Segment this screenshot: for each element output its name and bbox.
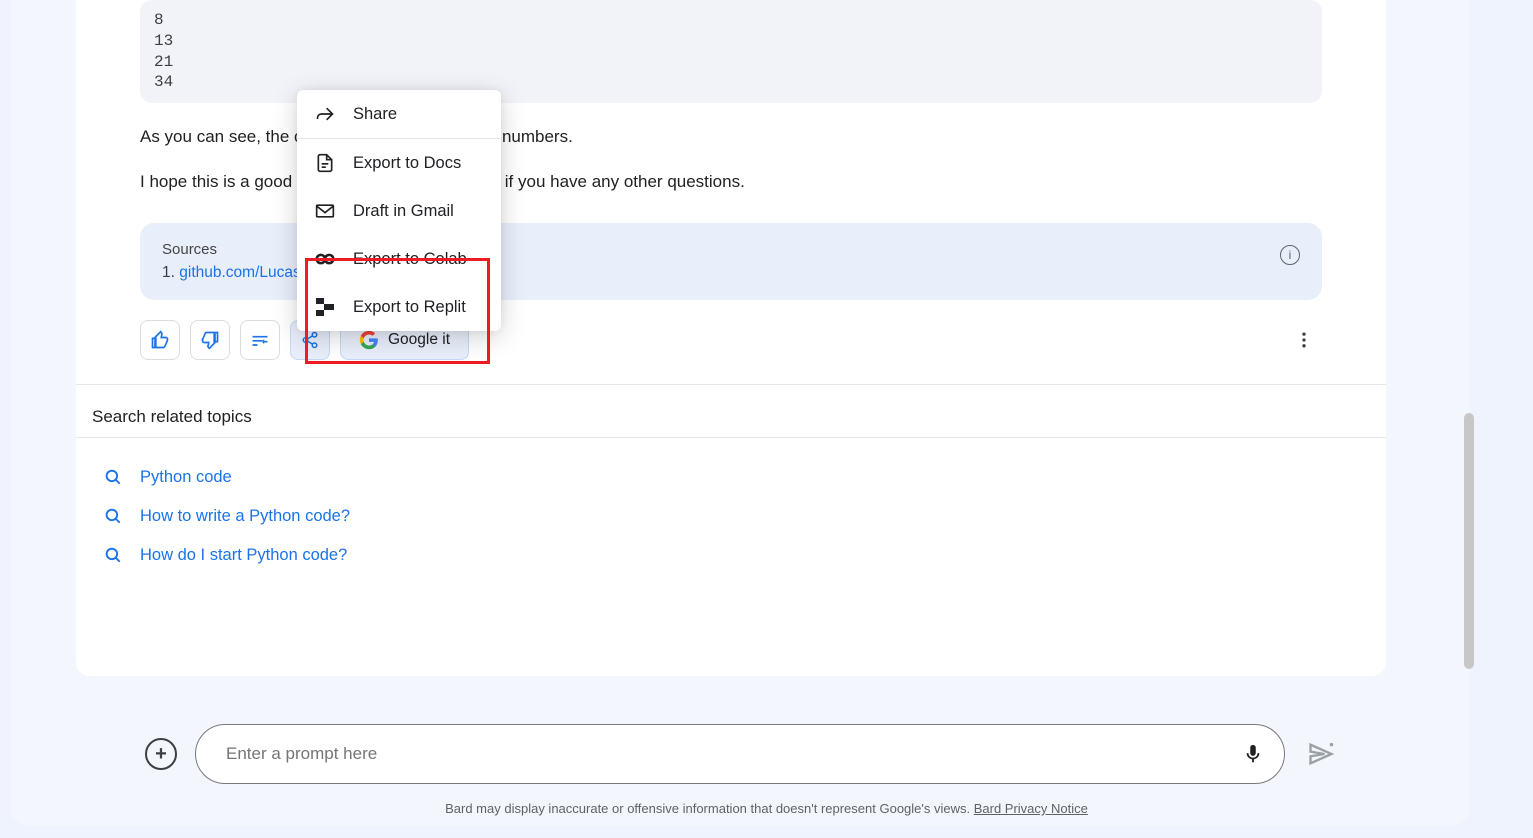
source-link[interactable]: github.com/Lucas	[179, 264, 301, 281]
source-number: 1.	[162, 264, 175, 281]
google-logo-icon	[359, 330, 379, 350]
thumbs-up-button[interactable]	[140, 320, 180, 360]
search-icon	[104, 468, 122, 486]
related-item[interactable]: How do I start Python code?	[104, 536, 1358, 575]
export-replit-menu-item[interactable]: Export to Replit	[297, 283, 501, 331]
more-options-button[interactable]	[1286, 322, 1322, 358]
share-forward-icon	[315, 104, 335, 124]
related-topics-section: Search related topics Python code How to…	[76, 384, 1386, 595]
privacy-link[interactable]: Bard Privacy Notice	[974, 801, 1088, 816]
prompt-input-container	[195, 724, 1285, 784]
docs-icon	[315, 153, 335, 173]
search-icon	[104, 507, 122, 525]
thumbs-up-icon	[150, 330, 170, 350]
replit-icon	[315, 297, 335, 317]
export-colab-menu-item[interactable]: Export to Colab	[297, 235, 501, 283]
prompt-input[interactable]	[226, 744, 1242, 764]
chat-response-card: 8 13 21 34 As you can see, the code outp…	[76, 0, 1386, 676]
tune-button[interactable]	[240, 320, 280, 360]
tune-icon	[250, 330, 270, 350]
related-text: How do I start Python code?	[140, 546, 347, 565]
send-button[interactable]	[1307, 740, 1335, 768]
code-line: 13	[154, 31, 1308, 52]
more-vert-icon	[1294, 330, 1314, 350]
menu-label: Export to Docs	[353, 154, 461, 173]
colab-icon	[315, 249, 335, 269]
related-item[interactable]: Python code	[104, 458, 1358, 497]
share-icon	[301, 331, 319, 349]
related-text: How to write a Python code?	[140, 507, 350, 526]
google-it-label: Google it	[388, 331, 450, 349]
share-menu-item[interactable]: Share	[297, 90, 501, 138]
code-line: 8	[154, 10, 1308, 31]
code-line: 21	[154, 52, 1308, 73]
code-output-block: 8 13 21 34	[140, 0, 1322, 103]
disclaimer-text: Bard may display inaccurate or offensive…	[0, 801, 1533, 816]
menu-label: Export to Colab	[353, 250, 467, 269]
thumbs-down-icon	[200, 330, 220, 350]
add-button[interactable]: +	[145, 738, 177, 770]
search-icon	[104, 546, 122, 564]
menu-label: Share	[353, 105, 397, 124]
related-title: Search related topics	[76, 385, 1386, 438]
menu-label: Export to Replit	[353, 298, 466, 317]
draft-gmail-menu-item[interactable]: Draft in Gmail	[297, 187, 501, 235]
info-icon[interactable]: i	[1280, 245, 1300, 265]
related-text: Python code	[140, 468, 232, 487]
menu-label: Draft in Gmail	[353, 202, 454, 221]
thumbs-down-button[interactable]	[190, 320, 230, 360]
related-item[interactable]: How to write a Python code?	[104, 497, 1358, 536]
share-dropdown-menu: Share Export to Docs Draft in Gmail Expo…	[297, 90, 501, 331]
mic-icon[interactable]	[1242, 743, 1264, 765]
gmail-icon	[315, 201, 335, 221]
scrollbar-thumb[interactable]	[1464, 413, 1474, 669]
export-docs-menu-item[interactable]: Export to Docs	[297, 139, 501, 187]
prompt-bar: +	[145, 724, 1335, 784]
